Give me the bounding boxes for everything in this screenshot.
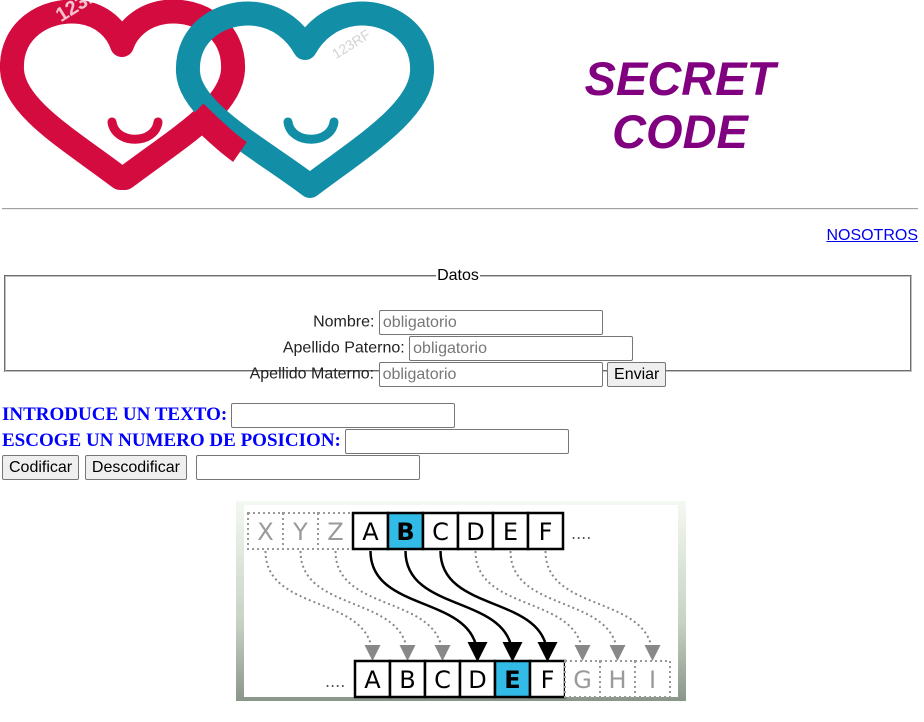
bottom-row-letter-5: F bbox=[541, 666, 555, 694]
actions-row: Codificar Descodificar bbox=[2, 455, 420, 480]
text-label: INTRODUCE UN TEXTO: bbox=[2, 403, 228, 425]
top-row-letter-4: B bbox=[396, 518, 414, 546]
text-input[interactable] bbox=[231, 403, 456, 428]
top-row-ellipsis: .... bbox=[571, 524, 591, 543]
text-row: INTRODUCE UN TEXTO: bbox=[2, 403, 456, 428]
top-row-letter-7: E bbox=[503, 518, 518, 546]
bottom-row-letter-1: B bbox=[399, 666, 415, 694]
caesar-shift-diagram: X Y Z A B C D E F.... A B C D E F G H I.... bbox=[236, 501, 686, 701]
datos-legend: Datos bbox=[437, 267, 479, 284]
bottom-row-letter-0: A bbox=[364, 666, 381, 694]
bottom-row-letter-6: G bbox=[573, 666, 592, 694]
top-row-letter-8: F bbox=[539, 518, 553, 546]
caesar-diagram-svg: X Y Z A B C D E F.... A B C D E F G H I.... bbox=[236, 501, 686, 701]
materno-row: Apellido Materno: Enviar bbox=[6, 362, 910, 387]
apellido-materno-input[interactable] bbox=[378, 362, 603, 387]
top-row-letter-6: D bbox=[466, 518, 484, 546]
hearts-logo-icon bbox=[0, 0, 434, 198]
bottom-row-ellipsis: .... bbox=[325, 672, 345, 691]
paterno-row: Apellido Paterno: bbox=[6, 336, 910, 361]
position-row: ESCOGE UN NUMERO DE POSICION: bbox=[2, 429, 569, 454]
apellido-paterno-input[interactable] bbox=[409, 336, 634, 361]
title-line-2: CODE bbox=[612, 105, 748, 158]
datos-fieldset: Datos Nombre: Apellido Paterno: Apellido… bbox=[4, 267, 912, 387]
top-row-letter-3: A bbox=[362, 518, 379, 546]
top-row-letter-5: C bbox=[432, 518, 449, 546]
nosotros-link[interactable]: NOSOTROS bbox=[826, 227, 918, 245]
header-divider bbox=[2, 208, 918, 210]
bottom-row-letter-4: E bbox=[504, 666, 520, 694]
top-row-letter-0: X bbox=[257, 518, 273, 546]
nombre-label: Nombre: bbox=[313, 313, 375, 331]
logo: 123RF 123RF bbox=[0, 0, 450, 210]
nombre-input[interactable] bbox=[378, 310, 603, 335]
bottom-row-letter-3: D bbox=[468, 666, 486, 694]
position-label: ESCOGE UN NUMERO DE POSICION: bbox=[2, 429, 341, 451]
title-line-1: SECRET bbox=[584, 52, 776, 105]
page-title: SECRET CODE bbox=[560, 52, 800, 158]
paterno-label: Apellido Paterno: bbox=[282, 339, 405, 357]
nombre-row: Nombre: bbox=[6, 310, 910, 335]
enviar-button[interactable]: Enviar bbox=[607, 362, 667, 387]
top-row-letter-1: Y bbox=[292, 518, 308, 546]
codificar-button[interactable]: Codificar bbox=[2, 455, 80, 480]
top-row-letter-2: Z bbox=[327, 518, 343, 546]
bottom-row-letter-7: H bbox=[608, 666, 626, 694]
position-input[interactable] bbox=[344, 429, 569, 454]
result-output[interactable] bbox=[195, 455, 420, 480]
descodificar-button[interactable]: Descodificar bbox=[84, 455, 187, 480]
materno-label: Apellido Materno: bbox=[249, 365, 375, 383]
bottom-row-letter-2: C bbox=[434, 666, 451, 694]
bottom-row-letter-8: I bbox=[649, 666, 656, 694]
